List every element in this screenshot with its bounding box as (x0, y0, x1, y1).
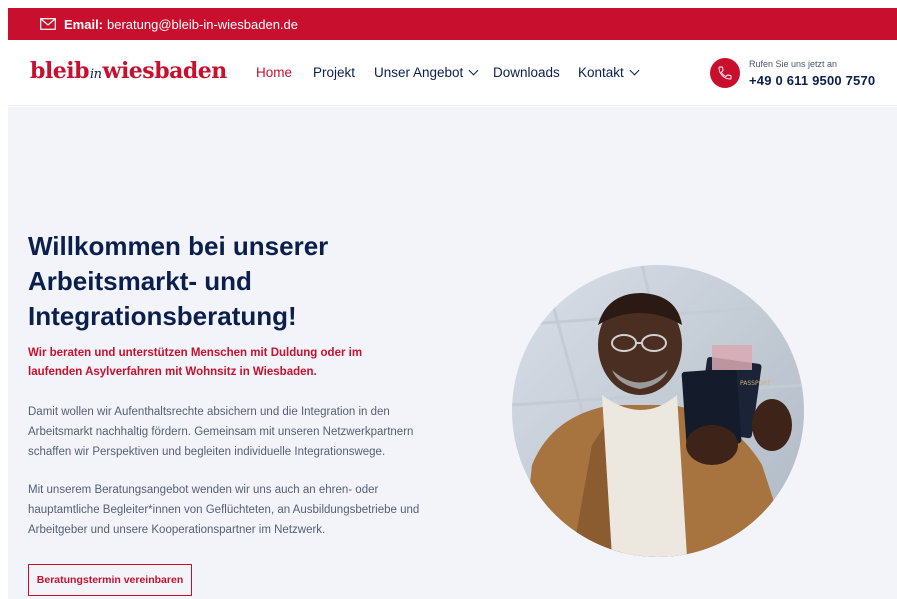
nav-item-unser-angebot[interactable]: Unser Angebot (374, 65, 493, 80)
site-logo[interactable]: bleibinwiesbaden (30, 58, 227, 84)
nav-projekt-label: Projekt (313, 65, 356, 80)
nav-kontakt-label: Kontakt (578, 65, 624, 80)
phone-number[interactable]: +49 0 611 9500 7570 (749, 73, 875, 88)
email-label: Email: (64, 16, 104, 32)
hero-paragraph-1: Damit wollen wir Aufenthaltsrechte absic… (28, 406, 414, 458)
logo-bleib: bleib (30, 58, 89, 84)
phone-contact: Rufen Sie uns jetzt an +49 0 611 9500 75… (749, 59, 875, 88)
chevron-down-icon (629, 65, 640, 76)
nav-item-downloads[interactable]: Downloads (493, 65, 578, 80)
nav-home-label: Home (256, 65, 293, 80)
hero-subtitle: Wir beraten und unterstützen Menschen mi… (28, 347, 363, 378)
nav-item-projekt[interactable]: Projekt (313, 65, 374, 80)
email-link[interactable]: beratung@bleib-in-wiesbaden.de (107, 17, 298, 32)
nav-item-kontakt[interactable]: Kontakt (578, 65, 640, 80)
nav-item-home[interactable]: Home (256, 65, 313, 80)
logo-wiesbaden: wiesbaden (102, 58, 228, 84)
phone-icon[interactable] (710, 58, 740, 88)
appointment-button[interactable]: Beratungstermin vereinbaren (28, 564, 192, 596)
nav-downloads-label: Downloads (493, 65, 560, 80)
chevron-down-icon (468, 65, 479, 76)
main-navigation: Home Projekt Unser Angebot Downloads Kon… (256, 65, 640, 80)
phone-caption: Rufen Sie uns jetzt an (749, 59, 838, 69)
nav-angebot-label: Unser Angebot (374, 65, 464, 80)
hero-section: Willkommen bei unserer Arbeitsmarkt- und… (8, 107, 897, 599)
hero-paragraph-2: Mit unserem Beratungsangebot wenden wir … (28, 484, 420, 536)
envelope-icon (40, 18, 56, 30)
top-contact-bar: Email: beratung@bleib-in-wiesbaden.de (8, 8, 897, 40)
passport-text: PASSPORT (740, 380, 771, 387)
hero-title: Willkommen bei unserer Arbeitsmarkt- und… (28, 231, 329, 331)
logo-in: in (89, 67, 102, 82)
hero-photo: PASSPORT (512, 265, 804, 557)
main-header: bleibinwiesbaden Home Projekt Unser Ange… (8, 40, 897, 106)
